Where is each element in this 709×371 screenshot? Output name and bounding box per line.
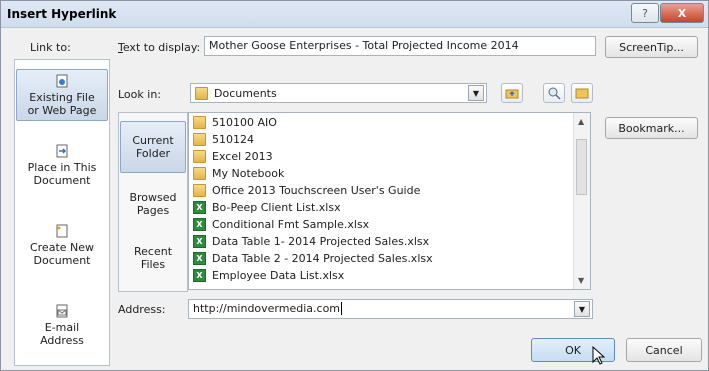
document-arrow-icon: [56, 144, 68, 158]
scroll-up-icon[interactable]: ▲: [578, 117, 584, 126]
up-folder-icon: [505, 89, 519, 99]
list-item-label: Data Table 1- 2014 Projected Sales.xlsx: [212, 235, 430, 248]
link-to-existing-file-line2: or Web Page: [27, 104, 97, 117]
list-item[interactable]: X Employee Data List.xlsx: [193, 267, 344, 284]
link-to-existing-file[interactable]: Existing File or Web Page: [16, 69, 108, 121]
list-item[interactable]: Office 2013 Touchscreen User's Guide: [193, 182, 420, 199]
list-item[interactable]: 510124: [193, 131, 254, 148]
folder-icon: [193, 116, 206, 129]
link-to-email-address[interactable]: E-mail Address: [16, 304, 108, 347]
link-to-create-new-document-line1: Create New: [29, 241, 95, 254]
text-cursor: [341, 302, 343, 315]
list-item-label: Conditional Fmt Sample.xlsx: [212, 218, 370, 231]
location-current-folder-line2: Folder: [136, 147, 170, 160]
cancel-button[interactable]: Cancel: [626, 338, 702, 362]
link-to-panel: Existing File or Web Page Place in This …: [14, 59, 110, 366]
location-browsed-pages[interactable]: Browsed Pages: [120, 191, 186, 217]
list-item[interactable]: Excel 2013: [193, 148, 273, 165]
list-item-label: Excel 2013: [212, 150, 273, 163]
text-to-display-label-rest: ext to display:: [122, 41, 201, 54]
list-item-label: 510124: [212, 133, 254, 146]
link-to-email-address-line2: Address: [40, 334, 84, 347]
list-item[interactable]: X Bo-Peep Client List.xlsx: [193, 199, 341, 216]
list-item-label: My Notebook: [212, 167, 285, 180]
excel-file-icon: X: [193, 218, 206, 231]
help-icon: ?: [642, 6, 648, 20]
insert-hyperlink-dialog: Insert Hyperlink ? X Link to: Text to di…: [0, 0, 709, 371]
new-document-icon: [56, 224, 68, 238]
help-button[interactable]: ?: [631, 3, 659, 23]
list-item-label: 510100 AIO: [212, 116, 277, 129]
excel-file-icon: X: [193, 235, 206, 248]
screentip-button[interactable]: ScreenTip...: [605, 36, 698, 58]
folder-icon: [193, 167, 206, 180]
dialog-title: Insert Hyperlink: [7, 7, 117, 21]
folder-icon: [193, 184, 206, 197]
location-recent-files[interactable]: Recent Files: [120, 245, 186, 271]
link-to-place-in-document-line2: Document: [33, 174, 91, 187]
list-item[interactable]: X Data Table 1- 2014 Projected Sales.xlsx: [193, 233, 429, 250]
look-in-value: Documents: [214, 86, 277, 100]
list-item[interactable]: My Notebook: [193, 165, 284, 182]
browse-file-button[interactable]: [571, 83, 593, 103]
list-item[interactable]: X Conditional Fmt Sample.xlsx: [193, 216, 369, 233]
excel-file-icon: X: [193, 201, 206, 214]
chevron-down-icon: ▼: [468, 85, 484, 101]
location-browsed-pages-line1: Browsed: [129, 191, 177, 204]
location-recent-files-line2: Files: [140, 258, 166, 271]
folder-icon: [195, 86, 208, 100]
list-item-label: Bo-Peep Client List.xlsx: [212, 201, 341, 214]
file-list-scrollbar[interactable]: ▲ ▼: [573, 113, 590, 289]
look-in-select[interactable]: Documents ▼: [190, 83, 487, 103]
link-to-existing-file-line1: Existing File: [29, 91, 95, 104]
link-to-label: Link to:: [30, 41, 71, 54]
text-to-display-input[interactable]: Mother Goose Enterprises - Total Project…: [204, 36, 596, 56]
link-to-email-address-line1: E-mail: [44, 321, 80, 334]
bookmark-button[interactable]: Bookmark...: [605, 117, 698, 139]
location-recent-files-line1: Recent: [133, 245, 173, 258]
ok-button-label: OK: [565, 343, 581, 357]
location-browsed-pages-line2: Pages: [136, 204, 170, 217]
list-item[interactable]: 510100 AIO: [193, 114, 277, 131]
address-label: Address:: [118, 303, 166, 316]
list-item-label: Office 2013 Touchscreen User's Guide: [212, 184, 421, 197]
browse-web-button[interactable]: [543, 83, 565, 103]
link-to-place-in-document-line1: Place in This: [27, 161, 97, 174]
location-panel: Current Folder Browsed Pages Recent File…: [118, 112, 188, 292]
location-current-folder[interactable]: Current Folder: [120, 121, 186, 173]
globe-document-icon: [56, 74, 68, 88]
link-to-place-in-document[interactable]: Place in This Document: [16, 144, 108, 187]
list-item-label: Data Table 2 - 2014 Projected Sales.xlsx: [212, 252, 433, 265]
excel-file-icon: X: [193, 269, 206, 282]
text-to-display-label: Text to display:: [118, 41, 200, 54]
title-bar: Insert Hyperlink ? X: [1, 1, 708, 28]
close-icon: X: [677, 6, 687, 20]
file-list[interactable]: 510100 AIO 510124 Excel 2013 My Notebook…: [188, 112, 591, 290]
email-icon: [56, 304, 68, 318]
mouse-pointer-icon: [592, 346, 606, 365]
location-current-folder-line1: Current: [132, 134, 174, 147]
scroll-down-icon[interactable]: ▼: [578, 276, 584, 285]
folder-icon: [193, 150, 206, 163]
open-folder-icon: [575, 88, 589, 99]
address-value: http://mindovermedia.com: [193, 302, 341, 315]
excel-file-icon: X: [193, 252, 206, 265]
up-folder-button[interactable]: [501, 83, 523, 103]
link-to-create-new-document-line2: Document: [33, 254, 91, 267]
list-item[interactable]: X Data Table 2 - 2014 Projected Sales.xls…: [193, 250, 433, 267]
close-button[interactable]: X: [660, 3, 704, 23]
browse-web-icon: [548, 87, 561, 100]
chevron-down-icon: ▼: [574, 301, 590, 317]
scrollbar-thumb[interactable]: [576, 139, 587, 195]
link-to-create-new-document[interactable]: Create New Document: [16, 224, 108, 267]
look-in-label: Look in:: [118, 88, 161, 101]
address-input[interactable]: http://mindovermedia.com ▼: [188, 299, 593, 319]
folder-icon: [193, 133, 206, 146]
list-item-label: Employee Data List.xlsx: [212, 269, 345, 282]
